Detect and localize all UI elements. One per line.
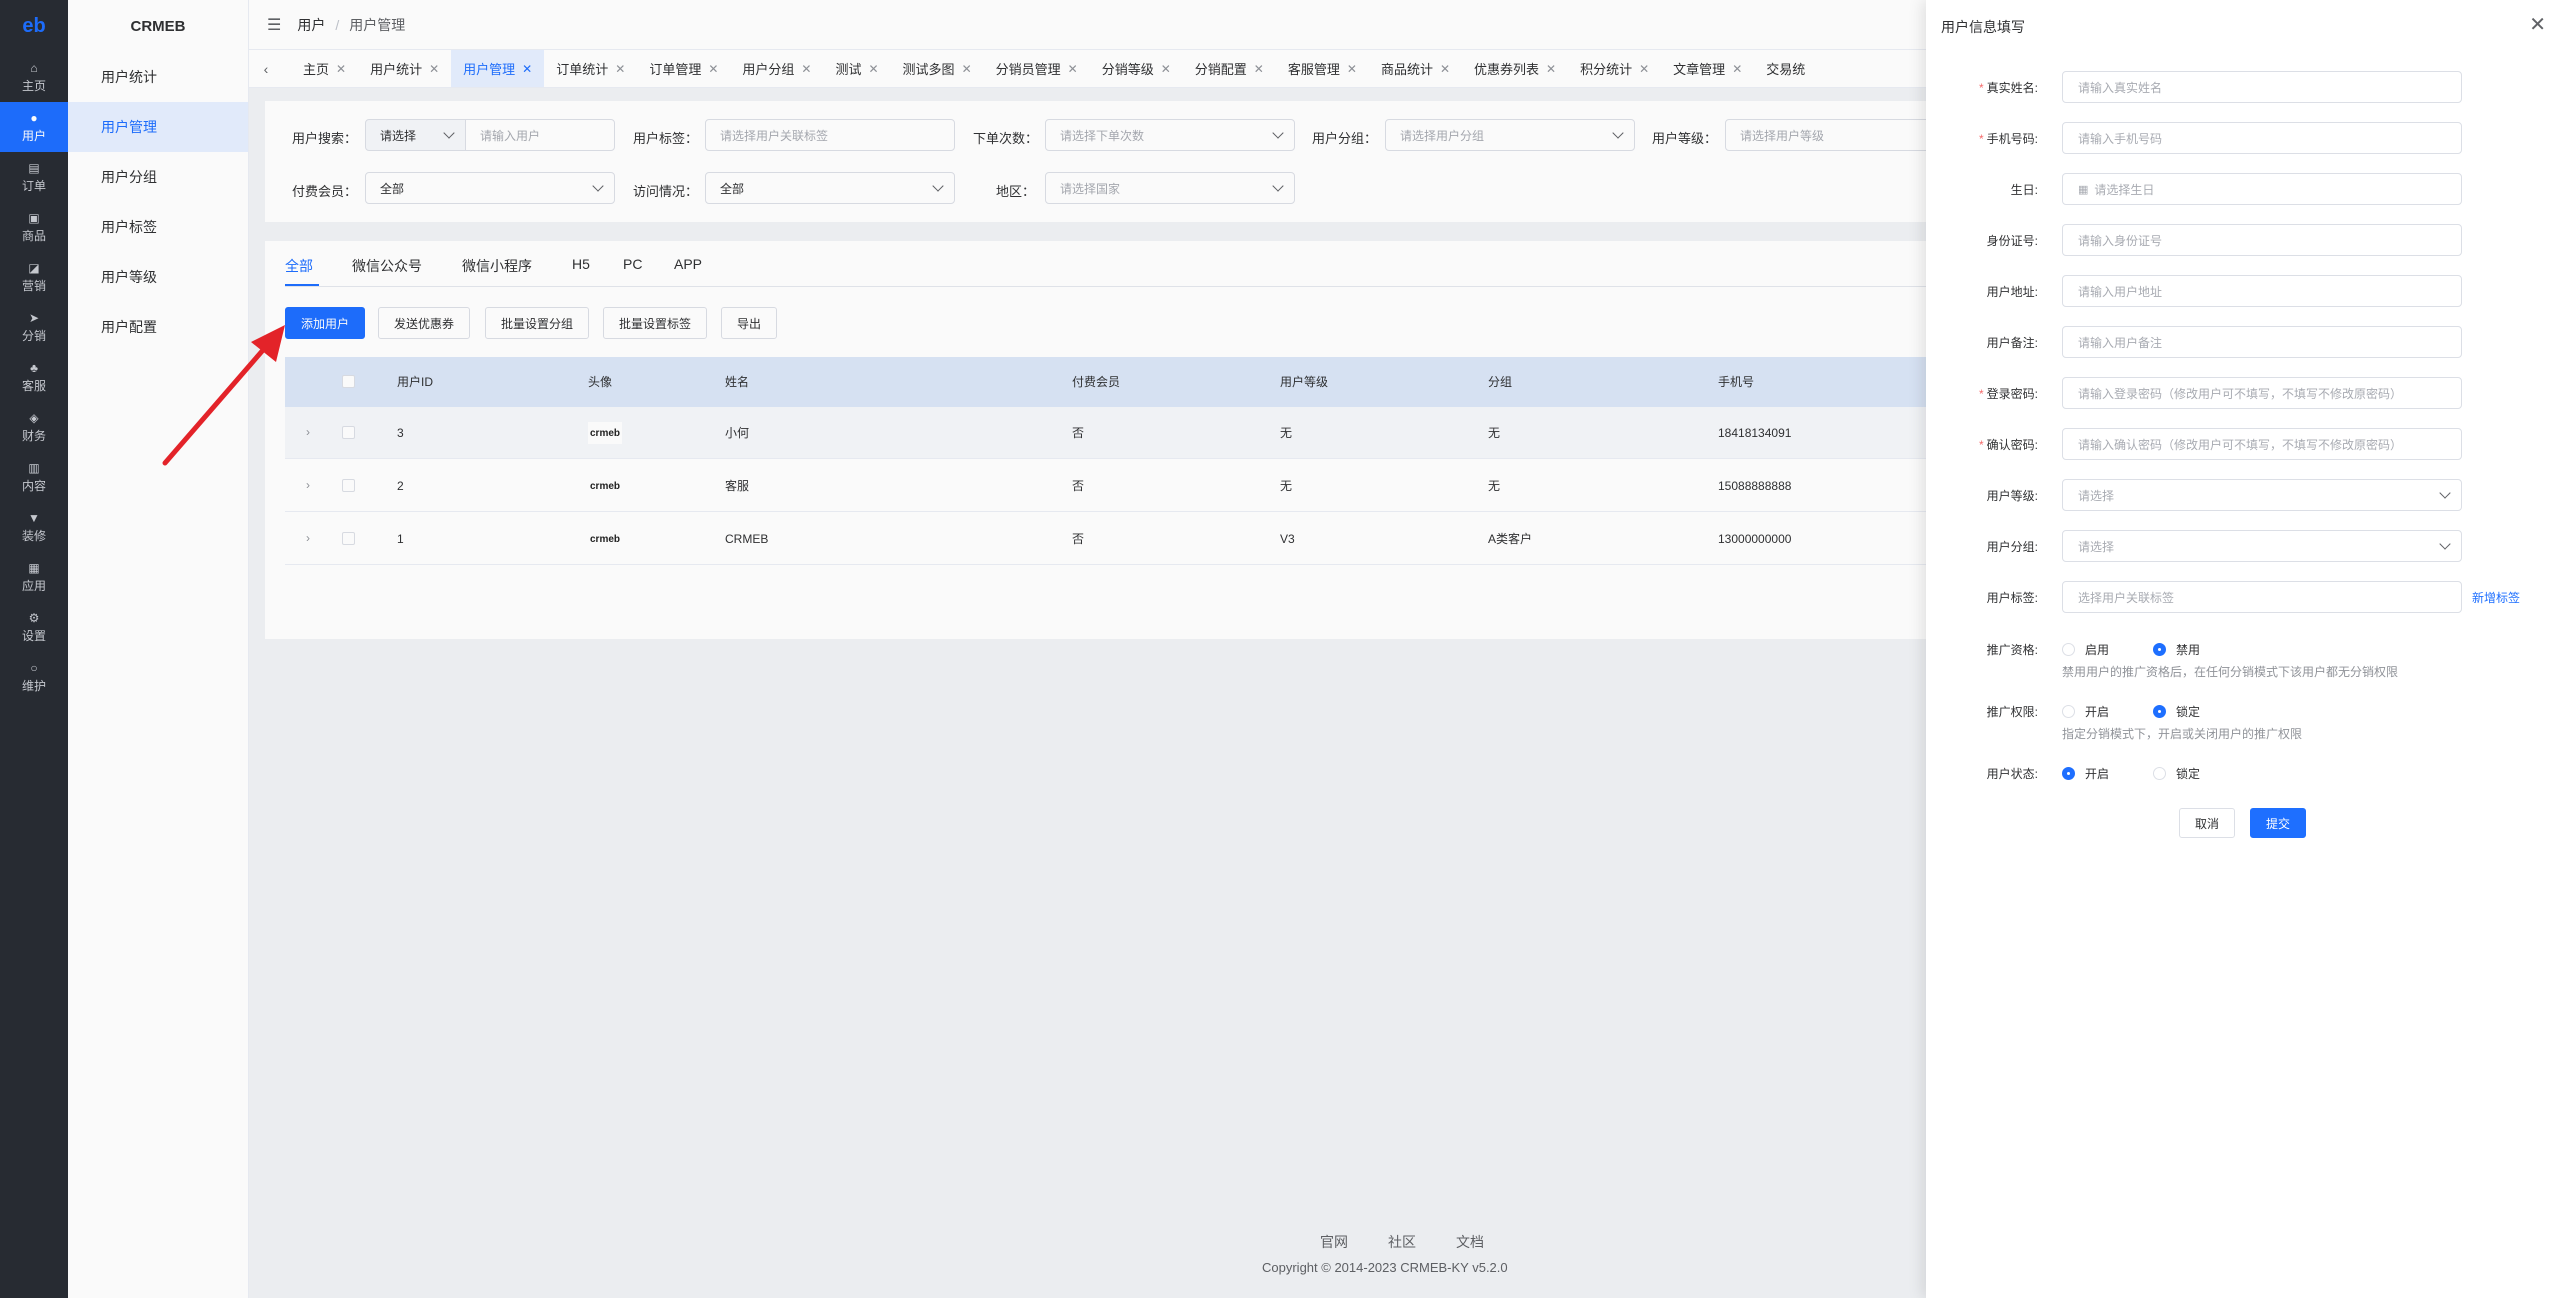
birthday-picker[interactable]: ▦ 请选择生日 xyxy=(2062,173,2462,205)
birthday-label: 生日: xyxy=(2010,183,2038,197)
address-input[interactable]: 请输入用户地址 xyxy=(2062,275,2462,307)
promo-radio-enable[interactable] xyxy=(2062,643,2075,656)
confirm-password-label: * 确认密码: xyxy=(1978,438,2038,452)
drawer-title: 用户信息填写 xyxy=(1941,19,2025,35)
add-tag-link[interactable]: 新增标签 xyxy=(2472,589,2520,606)
promo-perm-radio-open[interactable] xyxy=(2062,705,2075,718)
promo-perm-radio-lock[interactable] xyxy=(2153,705,2167,718)
confirm-password-input[interactable]: 请输入确认密码（修改用户可不填写，不填写不修改原密码） xyxy=(2062,428,2462,460)
real-name-input[interactable]: 请输入真实姓名 xyxy=(2062,71,2462,103)
status-label: 用户状态: xyxy=(1986,767,2038,781)
status-radio-open[interactable] xyxy=(2062,767,2075,780)
id-card-label: 身份证号: xyxy=(1986,234,2038,248)
promo-label: 推广资格: xyxy=(1986,643,2038,657)
chevron-down-icon xyxy=(2439,487,2451,499)
remark-input[interactable]: 请输入用户备注 xyxy=(2062,326,2462,358)
id-card-input[interactable]: 请输入身份证号 xyxy=(2062,224,2462,256)
calendar-icon: ▦ xyxy=(2078,183,2089,196)
phone-input[interactable]: 请输入手机号码 xyxy=(2062,122,2462,154)
promo-radio-disable[interactable] xyxy=(2153,643,2167,656)
drawer-mask[interactable] xyxy=(0,0,1926,1298)
close-icon[interactable]: ✕ xyxy=(2529,12,2546,37)
promo-perm-label: 推广权限: xyxy=(1986,705,2038,719)
password-label: * 登录密码: xyxy=(1978,387,2038,401)
status-radio-group: 开启 锁定 xyxy=(2062,765,2200,782)
address-label: 用户地址: xyxy=(1986,285,2038,299)
tags-label: 用户标签: xyxy=(1986,591,2038,605)
promo-radio-group: 启用 禁用 xyxy=(2062,641,2200,658)
submit-button[interactable]: 提交 xyxy=(2250,808,2306,838)
remark-label: 用户备注: xyxy=(1986,336,2038,350)
user-info-drawer: 用户信息填写 ✕ * 真实姓名: 请输入真实姓名 * 手机号码: 请输入手机号码 生… xyxy=(1926,0,2558,1298)
real-name-label: * 真实姓名: xyxy=(1978,81,2038,95)
status-radio-lock[interactable] xyxy=(2153,767,2167,780)
chevron-down-icon xyxy=(2439,538,2451,550)
tags-select[interactable]: 选择用户关联标签 xyxy=(2062,581,2462,613)
level-select[interactable]: 请选择 xyxy=(2062,479,2462,511)
phone-label: * 手机号码: xyxy=(1978,132,2038,146)
group-select[interactable]: 请选择 xyxy=(2062,530,2462,562)
promo-perm-hint: 指定分销模式下，开启或关闭用户的推广权限 xyxy=(2062,727,2303,741)
password-input[interactable]: 请输入登录密码（修改用户可不填写，不填写不修改原密码） xyxy=(2062,377,2462,409)
promo-perm-radio-group: 开启 锁定 xyxy=(2062,703,2200,720)
level-label: 用户等级: xyxy=(1986,489,2038,503)
cancel-button[interactable]: 取消 xyxy=(2179,808,2235,838)
promo-hint: 禁用用户的推广资格后，在任何分销模式下该用户都无分销权限 xyxy=(2062,665,2399,679)
group-label: 用户分组: xyxy=(1986,540,2038,554)
